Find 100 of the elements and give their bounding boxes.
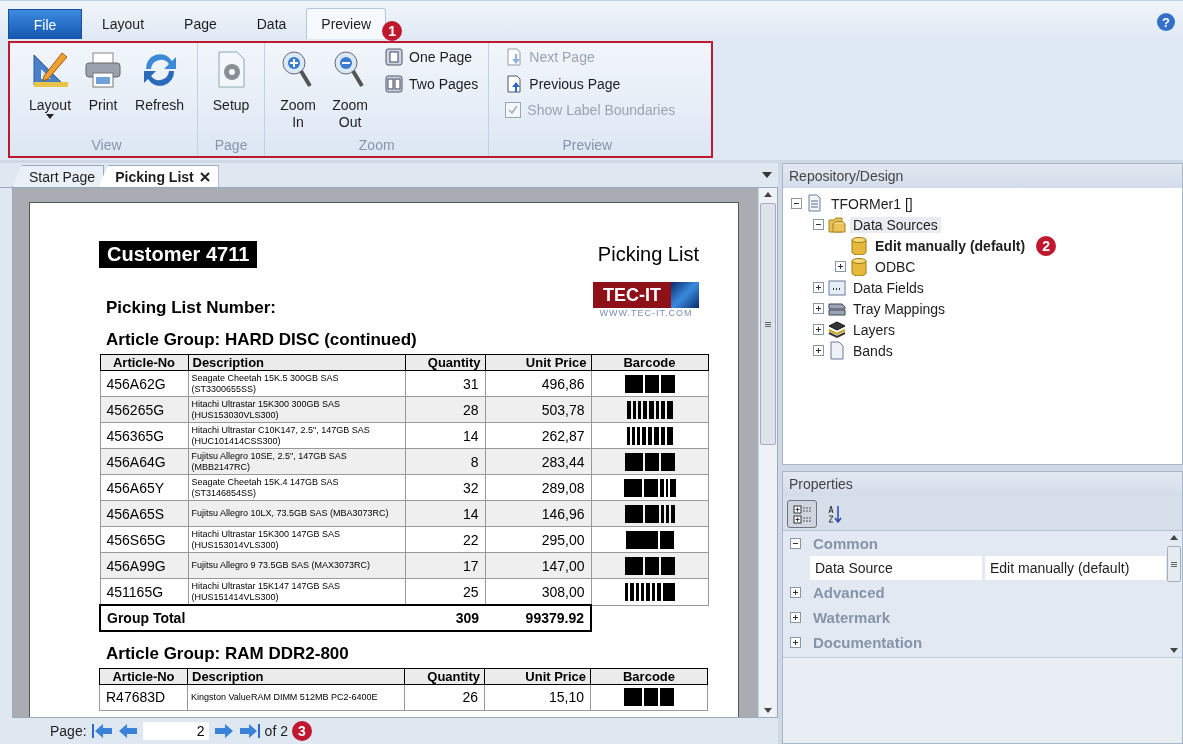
table-cell: 15,10 [484,684,591,710]
ribbon-tab[interactable]: Page [164,8,237,39]
tree-item[interactable]: Bands [850,342,896,359]
expand-icon[interactable] [790,637,801,648]
group-heading: Article Group: RAM DDR2-800 [105,643,350,664]
barcode-drawing [626,426,673,445]
expand-icon[interactable] [790,587,801,598]
logo-graphic [671,282,699,308]
single-page-icon [385,48,404,66]
barcode-drawing [626,400,673,419]
table-cell: 32 [405,474,485,501]
scroll-thumb[interactable] [760,203,776,445]
expand-icon[interactable] [813,303,824,314]
property-value[interactable]: Edit manually (default) [985,556,1166,580]
table-cell: 456A62G [100,370,188,397]
table-cell: 309 [405,605,485,631]
document-tab[interactable]: Picking List [98,165,219,187]
printer-icon [83,49,124,89]
column-header: Barcode [591,354,708,371]
category-label: Documentation [813,634,923,651]
ribbon-button[interactable]: Previous Page [503,74,678,94]
expand-icon[interactable] [790,612,801,623]
table-cell: 99379.92 [485,605,591,631]
ribbon-button[interactable]: Setup [206,47,257,116]
dropdown-caret-icon[interactable] [762,172,772,178]
callout-badge: 2 [1036,235,1057,256]
table-cell: 14 [405,422,485,449]
scroll-down-icon[interactable] [764,708,772,713]
property-name: Data Source [810,556,982,580]
page-number-field[interactable]: 2 [142,722,209,740]
document-tab[interactable]: Start Page [12,165,105,187]
first-page-icon[interactable] [90,722,113,740]
column-header: Unit Price [485,354,591,371]
column-header: Article-No [100,354,188,371]
page-label: Page: [50,723,87,739]
table-cell: 283,44 [485,448,591,475]
ribbon-button[interactable]: Layout [24,47,77,129]
barcode-drawing [624,374,675,393]
column-header: Article-No [99,668,188,684]
collapse-icon[interactable] [813,219,824,230]
ribbon-button[interactable]: One Page [383,47,481,67]
scroll-up-icon[interactable] [1170,535,1178,540]
database-icon [850,257,868,276]
ribbon-button[interactable]: Refresh [130,47,190,116]
panel-title: Properties [783,472,1182,496]
tree-item[interactable]: Tray Mappings [850,300,949,317]
column-header: Quantity [405,354,485,371]
last-page-icon[interactable] [238,722,261,740]
category-label: Watermark [813,609,890,626]
picking-number-label: Picking List Number: [105,298,277,318]
scroll-up-icon[interactable] [764,192,772,197]
ribbon-button[interactable]: Zoom In [273,47,324,133]
page-count: of 2 [264,723,288,739]
tree-item[interactable]: Edit manually (default) [872,237,1029,254]
database-icon [850,236,868,255]
grip-icon [765,321,771,327]
ribbon-button[interactable]: Print [78,47,129,116]
tree-item[interactable]: ODBC [872,258,919,275]
expand-icon[interactable] [835,261,846,272]
column-header: Description [188,354,405,371]
customer-label: Customer 4711 [99,241,258,268]
ribbon-tab[interactable]: Layout [82,8,165,39]
tree-item[interactable]: TFORMer1 [] [828,195,916,212]
table-cell: 22 [405,526,485,553]
ribbon-tab[interactable]: Data [236,8,307,39]
table-cell: 146,96 [485,500,591,527]
collapse-icon[interactable] [791,198,802,209]
grip-icon [1171,561,1177,567]
table-cell: 28 [405,396,485,423]
expand-icon[interactable] [813,324,824,335]
categorized-view-icon [792,504,812,524]
table-cell: 295,00 [485,526,591,553]
tree-item[interactable]: Data Fields [850,279,927,296]
expand-icon[interactable] [813,282,824,293]
collapse-icon[interactable] [790,538,801,549]
table-cell: Hitachi Ultrastar 15K300 300GB SAS (HUS153030VLS300) [188,396,405,423]
view-toggle-button[interactable] [787,500,817,528]
ribbon-button[interactable]: Two Pages [383,74,481,94]
scroll-thumb[interactable] [1167,546,1181,582]
two-pages-icon [385,75,404,93]
next-page-icon[interactable] [212,722,235,740]
scroll-down-icon[interactable] [1170,648,1178,653]
barcode-drawing [623,478,676,497]
help-button[interactable]: ? [1157,13,1175,31]
table-cell: Seagate Cheetah 15K.4 147GB SAS (ST3146854SS) [188,474,405,501]
document-title: Picking List [597,243,699,266]
table-cell: 26 [404,684,485,710]
callout-badge: 1 [382,21,403,41]
expand-icon[interactable] [813,345,824,356]
ribbon-tab[interactable]: Preview [306,8,387,39]
file-menu-button[interactable]: File [8,9,82,39]
ribbon-button[interactable]: Zoom Out [325,47,376,133]
table-cell: 456A65S [100,500,188,527]
close-icon[interactable] [199,172,210,182]
category-label: Common [813,535,878,552]
table-cell: 456365G [100,422,188,449]
group-label: Preview [562,137,613,155]
group-label: Zoom [358,137,395,155]
tree-item[interactable]: Data Sources [850,216,941,233]
tree-item[interactable]: Layers [850,321,899,338]
